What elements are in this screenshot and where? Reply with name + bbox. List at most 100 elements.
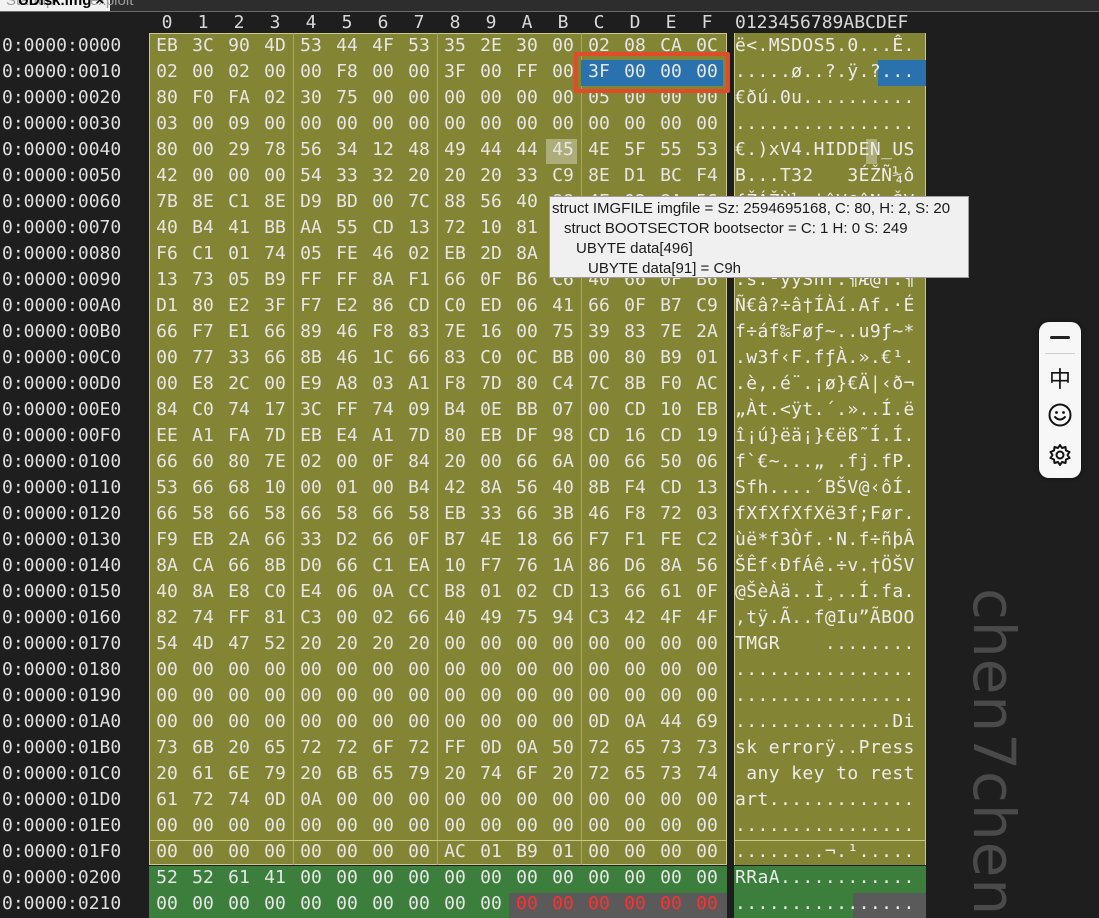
- hex-byte[interactable]: 39: [584, 321, 614, 342]
- hex-byte[interactable]: 65: [620, 737, 650, 758]
- hex-byte[interactable]: 82: [152, 607, 182, 628]
- hex-byte[interactable]: 61: [152, 789, 182, 810]
- hex-byte[interactable]: 78: [260, 139, 290, 160]
- hex-byte[interactable]: 00: [512, 685, 542, 706]
- ascii-row[interactable]: f`€~...„ .fj.fP.: [735, 451, 915, 472]
- hex-byte[interactable]: 73: [656, 737, 686, 758]
- hex-byte[interactable]: 00: [584, 399, 614, 420]
- hex-byte[interactable]: 00: [296, 867, 326, 888]
- hex-byte[interactable]: 58: [404, 503, 434, 524]
- hex-byte[interactable]: 05: [224, 269, 254, 290]
- hex-byte[interactable]: 00: [224, 815, 254, 836]
- hex-byte[interactable]: EB: [692, 399, 722, 420]
- hex-byte[interactable]: 0A: [296, 789, 326, 810]
- hex-byte[interactable]: 00: [260, 659, 290, 680]
- hex-byte[interactable]: 00: [620, 789, 650, 810]
- hex-byte[interactable]: 00: [440, 633, 470, 654]
- ascii-row[interactable]: RRaA............: [735, 867, 915, 888]
- hex-byte[interactable]: F6: [152, 243, 182, 264]
- hex-byte[interactable]: 40: [152, 217, 182, 238]
- hex-byte[interactable]: 00: [188, 711, 218, 732]
- hex-byte[interactable]: 00: [692, 867, 722, 888]
- hex-byte[interactable]: 00: [476, 87, 506, 108]
- hex-byte[interactable]: 02: [296, 451, 326, 472]
- hex-byte[interactable]: A8: [332, 373, 362, 394]
- hex-byte[interactable]: 72: [584, 737, 614, 758]
- hex-byte[interactable]: 66: [152, 451, 182, 472]
- hex-byte[interactable]: F7: [296, 295, 326, 316]
- hex-byte[interactable]: 20: [296, 633, 326, 654]
- hex-byte[interactable]: B9: [512, 841, 542, 862]
- hex-byte[interactable]: 41: [224, 217, 254, 238]
- hex-byte[interactable]: 16: [476, 321, 506, 342]
- hex-byte[interactable]: 88: [440, 191, 470, 212]
- hex-byte[interactable]: 18: [512, 529, 542, 550]
- hex-byte[interactable]: 66: [332, 555, 362, 576]
- hex-byte[interactable]: 00: [548, 659, 578, 680]
- hex-byte[interactable]: 58: [188, 503, 218, 524]
- hex-byte[interactable]: 56: [512, 477, 542, 498]
- hex-byte[interactable]: FF: [332, 399, 362, 420]
- ascii-row[interactable]: ................: [735, 893, 915, 914]
- hex-byte[interactable]: AC: [692, 373, 722, 394]
- hex-byte[interactable]: 4F: [656, 607, 686, 628]
- hex-byte[interactable]: E2: [332, 295, 362, 316]
- hex-byte[interactable]: 75: [548, 321, 578, 342]
- hex-byte[interactable]: 00: [656, 893, 686, 914]
- hex-byte[interactable]: 66: [296, 503, 326, 524]
- hex-byte[interactable]: AC: [440, 841, 470, 862]
- hex-byte[interactable]: 72: [188, 789, 218, 810]
- hex-byte[interactable]: 84: [152, 399, 182, 420]
- hex-byte[interactable]: 00: [476, 61, 506, 82]
- hex-byte[interactable]: 75: [512, 607, 542, 628]
- hex-byte[interactable]: 00: [548, 867, 578, 888]
- hex-byte[interactable]: 00: [296, 61, 326, 82]
- hex-byte[interactable]: 00: [512, 867, 542, 888]
- hex-byte[interactable]: 80: [152, 87, 182, 108]
- hex-byte[interactable]: 20: [368, 633, 398, 654]
- hex-byte[interactable]: 40: [512, 191, 542, 212]
- hex-byte[interactable]: BD: [332, 191, 362, 212]
- hex-byte[interactable]: 00: [512, 711, 542, 732]
- hex-byte[interactable]: 10: [440, 555, 470, 576]
- hex-byte[interactable]: 00: [548, 113, 578, 134]
- hex-byte[interactable]: 00: [260, 61, 290, 82]
- hex-byte[interactable]: 29: [224, 139, 254, 160]
- hex-byte[interactable]: C3: [296, 607, 326, 628]
- hex-byte[interactable]: 73: [152, 737, 182, 758]
- hex-byte[interactable]: 16: [620, 425, 650, 446]
- hex-byte[interactable]: 66: [152, 321, 182, 342]
- hex-byte[interactable]: 19: [692, 425, 722, 446]
- hex-byte[interactable]: EB: [440, 503, 470, 524]
- hex-byte[interactable]: 00: [440, 685, 470, 706]
- hex-byte[interactable]: 00: [692, 659, 722, 680]
- hex-byte[interactable]: 8B: [584, 477, 614, 498]
- hex-byte[interactable]: 0F: [476, 269, 506, 290]
- hex-byte[interactable]: 66: [368, 529, 398, 550]
- hex-byte[interactable]: 00: [476, 659, 506, 680]
- hex-byte[interactable]: EB: [440, 243, 470, 264]
- hex-byte[interactable]: 40: [152, 581, 182, 602]
- hex-byte[interactable]: EB: [152, 35, 182, 56]
- hex-byte[interactable]: 72: [656, 503, 686, 524]
- ascii-row[interactable]: ................: [735, 685, 915, 706]
- hex-byte[interactable]: 02: [404, 243, 434, 264]
- hex-byte[interactable]: 00: [512, 815, 542, 836]
- hex-byte[interactable]: CA: [188, 555, 218, 576]
- hex-byte[interactable]: 00: [368, 815, 398, 836]
- hex-byte[interactable]: 06: [692, 451, 722, 472]
- hex-byte[interactable]: 00: [260, 711, 290, 732]
- hex-byte[interactable]: 20: [440, 165, 470, 186]
- minimize-icon[interactable]: [1050, 336, 1070, 339]
- hex-byte[interactable]: 4D: [188, 633, 218, 654]
- hex-byte[interactable]: 00: [620, 841, 650, 862]
- hex-byte[interactable]: 00: [296, 477, 326, 498]
- hex-byte[interactable]: 00: [512, 893, 542, 914]
- hex-byte[interactable]: 80: [440, 425, 470, 446]
- hex-byte[interactable]: 00: [440, 867, 470, 888]
- hex-byte[interactable]: C0: [260, 581, 290, 602]
- ascii-row[interactable]: @ŠèÀä..Ì¸..Í.fa.: [735, 581, 915, 602]
- hex-byte[interactable]: FF: [440, 737, 470, 758]
- hex-byte[interactable]: 54: [296, 165, 326, 186]
- hex-byte[interactable]: 8A: [188, 581, 218, 602]
